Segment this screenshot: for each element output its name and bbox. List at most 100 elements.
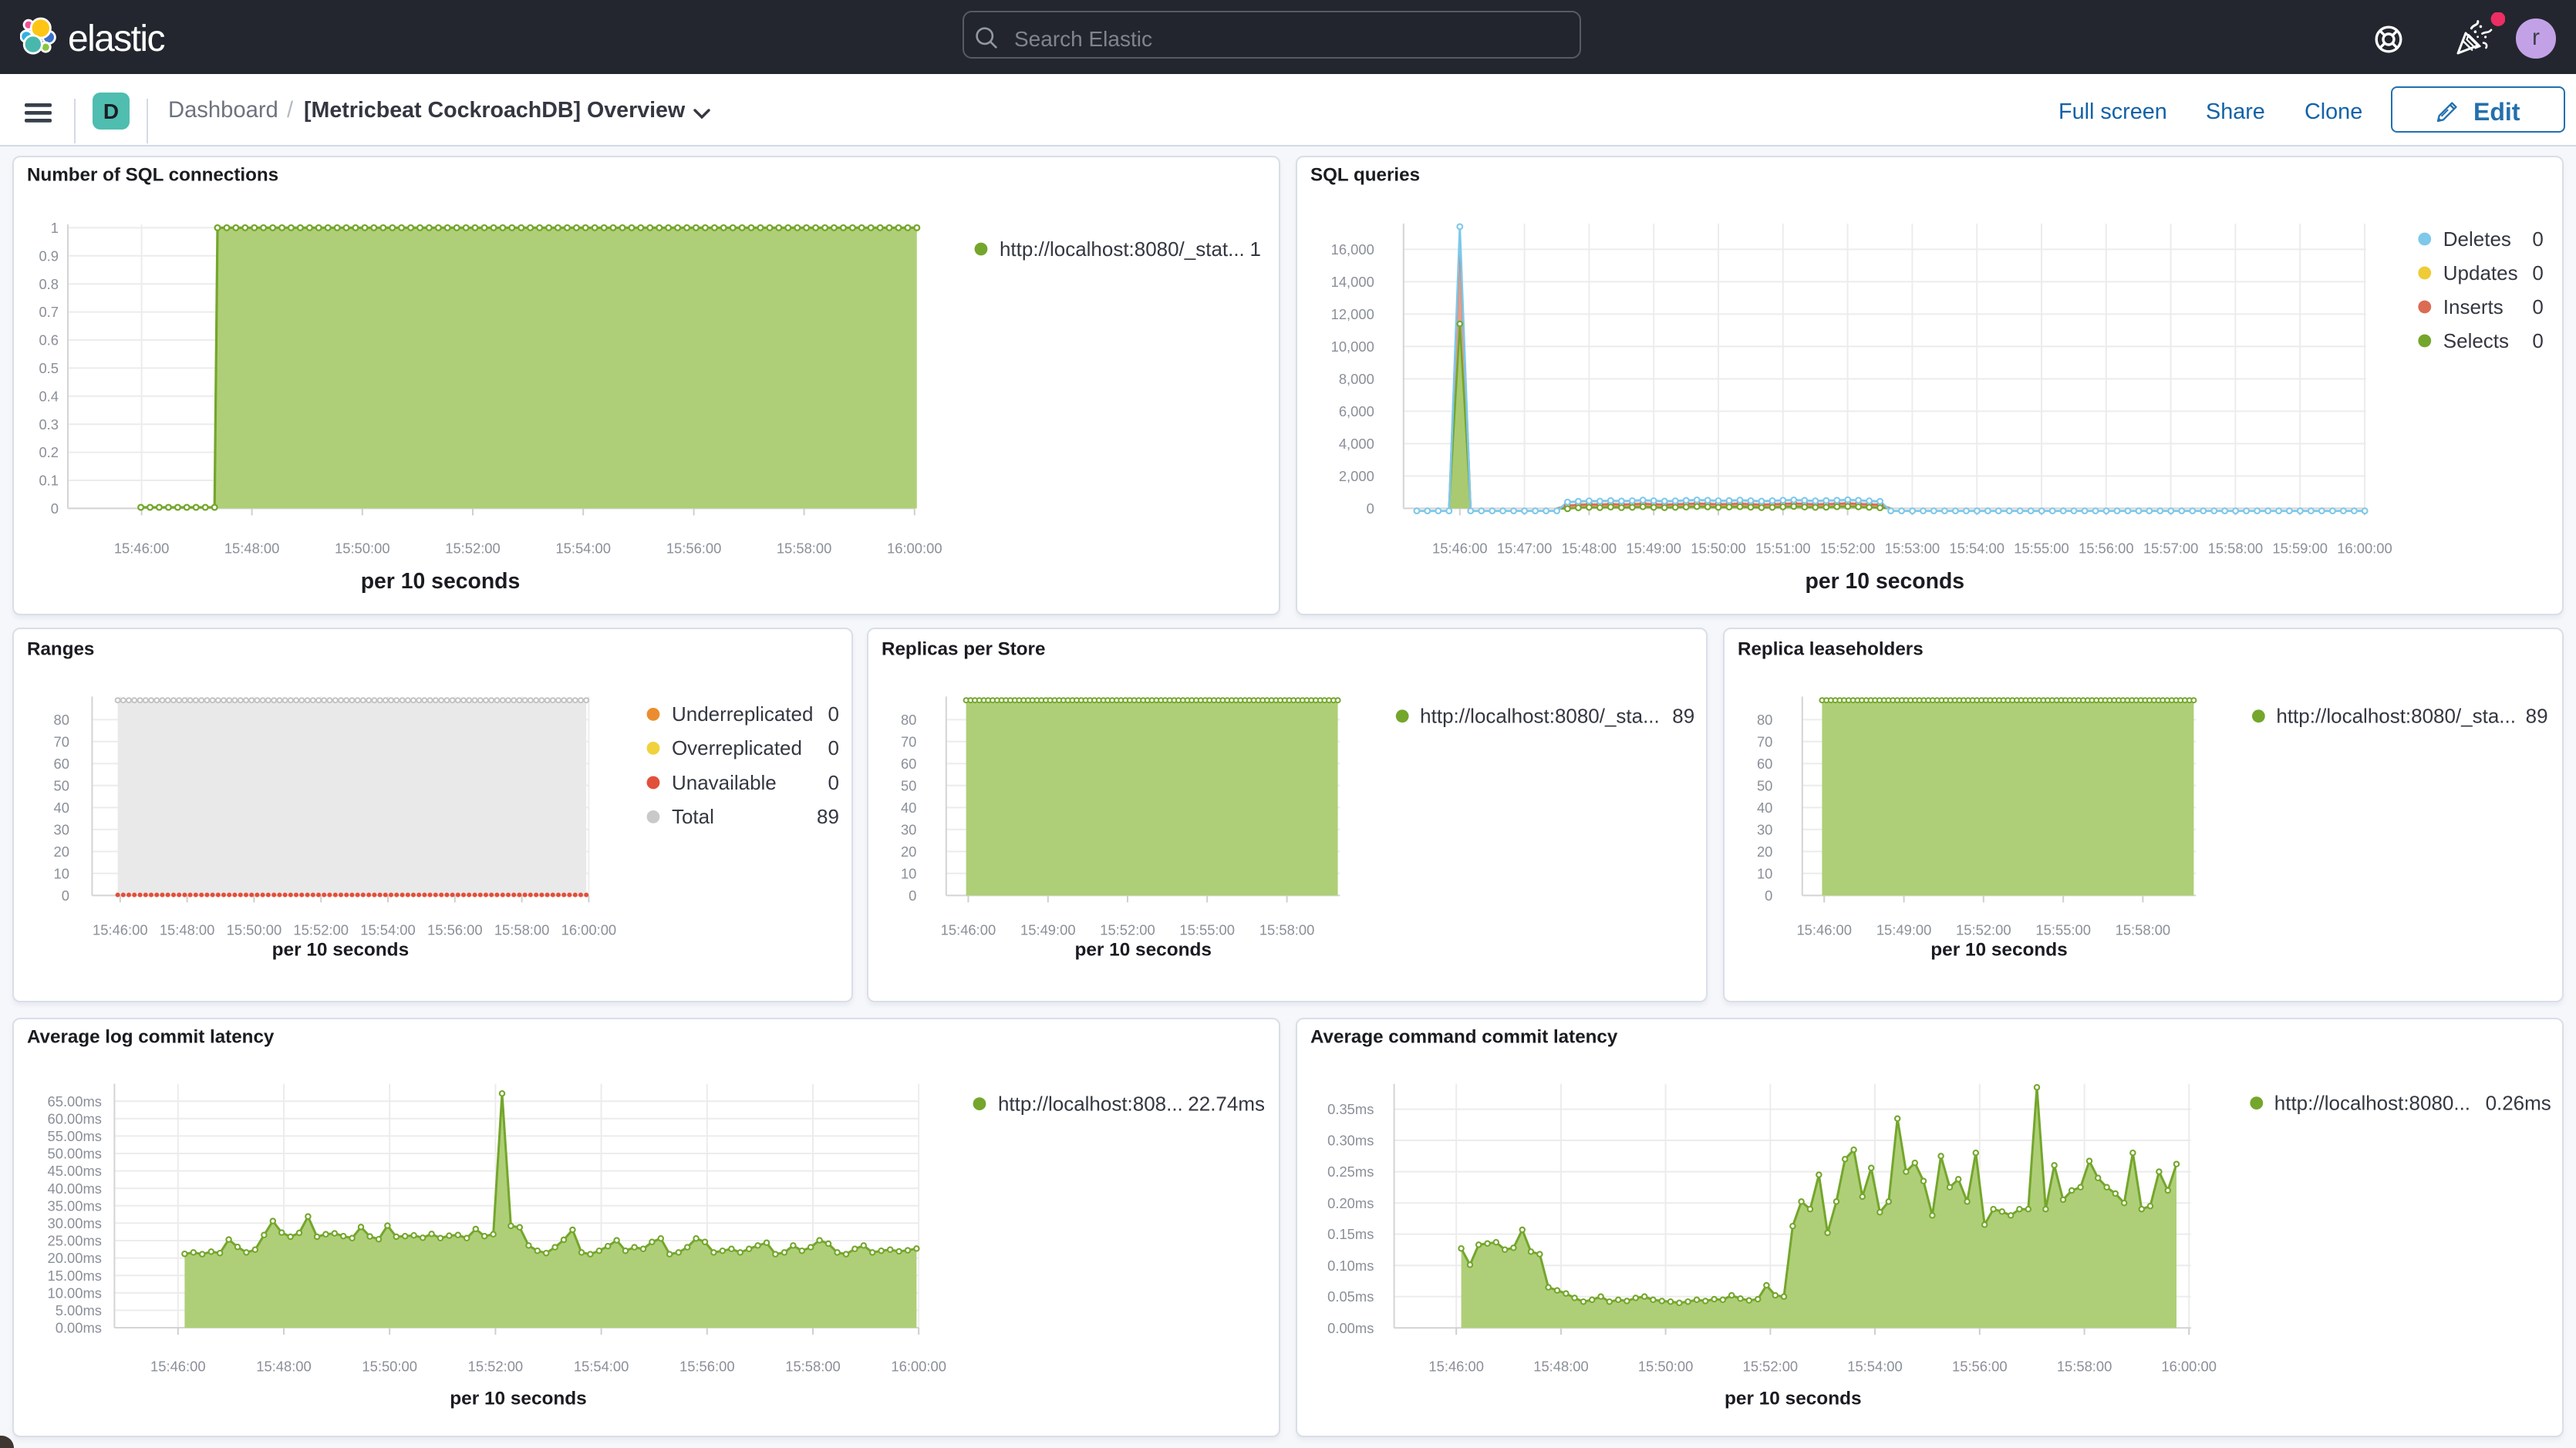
svg-text:40: 40	[902, 800, 917, 817]
svg-text:Unavailable: Unavailable	[672, 771, 777, 794]
svg-text:40: 40	[1757, 800, 1772, 817]
svg-text:50.00ms: 50.00ms	[48, 1146, 102, 1162]
svg-text:50: 50	[1757, 778, 1772, 794]
svg-text:15:56:00: 15:56:00	[666, 540, 722, 557]
svg-text:Selects: Selects	[2443, 329, 2508, 352]
svg-text:per 10 seconds: per 10 seconds	[1930, 940, 2067, 961]
svg-text:Updates: Updates	[2443, 261, 2517, 285]
svg-text:15:48:00: 15:48:00	[1561, 540, 1617, 557]
svg-text:14,000: 14,000	[1330, 274, 1374, 290]
svg-text:20: 20	[54, 844, 69, 860]
svg-text:15:54:00: 15:54:00	[555, 540, 611, 557]
svg-text:15:49:00: 15:49:00	[1876, 922, 1931, 938]
svg-text:2,000: 2,000	[1338, 468, 1374, 484]
svg-text:0.2: 0.2	[39, 444, 59, 460]
svg-text:89: 89	[1673, 705, 1695, 728]
svg-text:65.00ms: 65.00ms	[48, 1093, 102, 1110]
svg-text:15:50:00: 15:50:00	[362, 1359, 417, 1375]
svg-text:http://localhost:8080/_stat...: http://localhost:8080/_stat...	[1000, 237, 1245, 261]
svg-text:15:56:00: 15:56:00	[427, 922, 483, 938]
svg-text:80: 80	[1757, 712, 1772, 729]
svg-text:per 10 seconds: per 10 seconds	[1805, 569, 1964, 594]
svg-text:5.00ms: 5.00ms	[56, 1302, 102, 1318]
svg-text:15:46:00: 15:46:00	[1428, 1359, 1484, 1375]
svg-text:0.20ms: 0.20ms	[1327, 1195, 1373, 1211]
svg-text:SQL queries: SQL queries	[1310, 165, 1419, 186]
svg-text:per 10 seconds: per 10 seconds	[450, 1389, 586, 1409]
svg-text:15:49:00: 15:49:00	[1626, 540, 1681, 557]
svg-text:Replicas per Store: Replicas per Store	[882, 639, 1046, 660]
svg-text:0.3: 0.3	[39, 416, 59, 433]
svg-text:0.8: 0.8	[39, 276, 59, 292]
svg-text:0.7: 0.7	[39, 304, 59, 320]
svg-text:0.1: 0.1	[39, 473, 59, 489]
svg-text:0.6: 0.6	[39, 332, 59, 349]
svg-text:http://localhost:808...: http://localhost:808...	[998, 1093, 1183, 1116]
svg-text:50: 50	[902, 778, 917, 794]
svg-text:15:58:00: 15:58:00	[1260, 922, 1316, 938]
svg-text:15:53:00: 15:53:00	[1884, 540, 1940, 557]
svg-text:15:58:00: 15:58:00	[494, 922, 550, 938]
svg-text:15:58:00: 15:58:00	[2056, 1359, 2112, 1375]
svg-text:15:50:00: 15:50:00	[1637, 1359, 1693, 1375]
svg-text:15:59:00: 15:59:00	[2272, 540, 2328, 557]
svg-text:0.26ms: 0.26ms	[2485, 1092, 2551, 1115]
svg-text:16,000: 16,000	[1330, 241, 1374, 258]
svg-text:60: 60	[1757, 756, 1772, 773]
svg-text:Average command commit latency: Average command commit latency	[1310, 1027, 1617, 1048]
svg-text:0.25ms: 0.25ms	[1327, 1164, 1373, 1180]
svg-text:15:55:00: 15:55:00	[1180, 922, 1236, 938]
svg-text:30.00ms: 30.00ms	[48, 1215, 102, 1231]
svg-text:15:58:00: 15:58:00	[2207, 540, 2263, 557]
svg-text:22.74ms: 22.74ms	[1188, 1093, 1265, 1116]
svg-text:0.05ms: 0.05ms	[1327, 1289, 1373, 1305]
svg-text:20.00ms: 20.00ms	[48, 1251, 102, 1267]
svg-text:40.00ms: 40.00ms	[48, 1180, 102, 1197]
svg-text:15:52:00: 15:52:00	[1101, 922, 1156, 938]
svg-text:0: 0	[828, 737, 839, 760]
svg-text:60: 60	[902, 756, 917, 773]
svg-text:89: 89	[817, 806, 839, 829]
svg-text:45.00ms: 45.00ms	[48, 1163, 102, 1180]
svg-text:Overreplicated: Overreplicated	[672, 737, 802, 760]
svg-text:15:48:00: 15:48:00	[160, 922, 215, 938]
svg-text:8,000: 8,000	[1338, 371, 1374, 387]
svg-text:0: 0	[828, 703, 839, 726]
svg-text:Underreplicated: Underreplicated	[672, 703, 813, 726]
svg-text:10: 10	[54, 866, 69, 882]
svg-text:10: 10	[902, 866, 917, 882]
svg-text:15:48:00: 15:48:00	[1532, 1359, 1588, 1375]
svg-text:15:58:00: 15:58:00	[2115, 922, 2170, 938]
svg-text:http://localhost:8080/_sta...: http://localhost:8080/_sta...	[1421, 705, 1661, 728]
svg-text:0: 0	[2532, 295, 2543, 318]
svg-text:Ranges: Ranges	[27, 639, 94, 660]
svg-text:40: 40	[54, 800, 69, 817]
svg-text:60.00ms: 60.00ms	[48, 1111, 102, 1127]
svg-text:15:46:00: 15:46:00	[1796, 922, 1852, 938]
svg-text:15:55:00: 15:55:00	[2013, 540, 2069, 557]
svg-text:0: 0	[2532, 261, 2543, 285]
svg-text:15:50:00: 15:50:00	[227, 922, 282, 938]
svg-text:15:54:00: 15:54:00	[1949, 540, 2004, 557]
svg-text:1: 1	[51, 220, 59, 236]
svg-text:15:50:00: 15:50:00	[1690, 540, 1745, 557]
svg-text:Inserts: Inserts	[2443, 295, 2503, 318]
svg-text:80: 80	[54, 712, 69, 729]
svg-text:Number of SQL connections: Number of SQL connections	[27, 165, 278, 186]
svg-text:55.00ms: 55.00ms	[48, 1128, 102, 1144]
svg-text:25.00ms: 25.00ms	[48, 1233, 102, 1249]
svg-text:70: 70	[54, 734, 69, 750]
svg-text:0: 0	[828, 771, 839, 794]
svg-text:15:46:00: 15:46:00	[941, 922, 996, 938]
svg-text:10,000: 10,000	[1330, 338, 1374, 355]
svg-text:0.30ms: 0.30ms	[1327, 1133, 1373, 1149]
svg-text:per 10 seconds: per 10 seconds	[1724, 1389, 1860, 1409]
svg-text:15:54:00: 15:54:00	[1846, 1359, 1902, 1375]
svg-text:30: 30	[54, 822, 69, 838]
svg-text:0: 0	[2532, 329, 2543, 352]
svg-text:15:46:00: 15:46:00	[150, 1359, 206, 1375]
svg-text:15:58:00: 15:58:00	[777, 540, 832, 557]
svg-text:15:52:00: 15:52:00	[1742, 1359, 1798, 1375]
svg-text:http://localhost:8080...: http://localhost:8080...	[2274, 1092, 2470, 1115]
svg-text:Total: Total	[672, 806, 714, 829]
